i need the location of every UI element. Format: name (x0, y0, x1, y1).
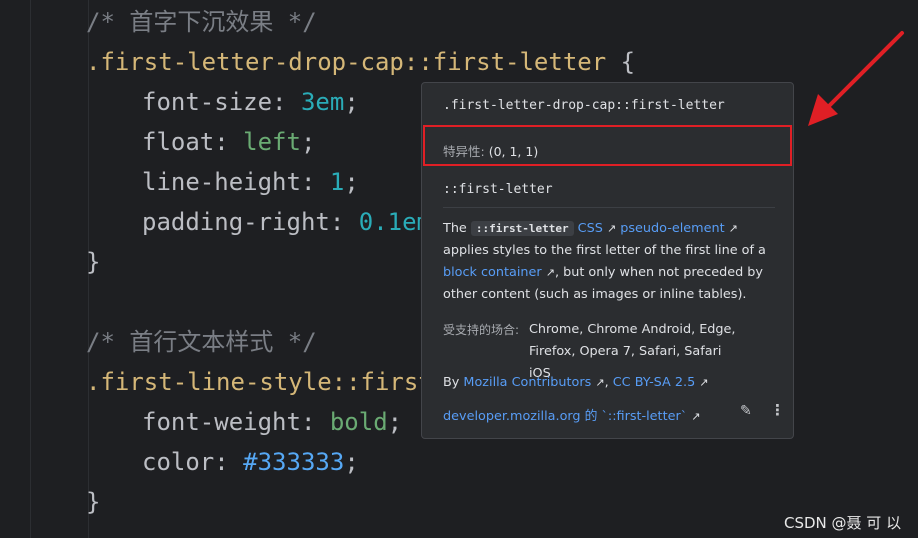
css-value: 1 (329, 168, 345, 196)
external-link-icon: ↗ (691, 410, 701, 423)
external-link-icon: ↗ (606, 222, 617, 235)
semicolon: ; (344, 168, 359, 196)
source-row: developer.mozilla.org 的 `::first-letter`… (443, 405, 700, 424)
desc-text: applies styles to the first letter of th… (443, 243, 766, 258)
code-declaration: padding-right: 0.1em (142, 202, 431, 242)
semicolon: ; (344, 448, 359, 476)
css-property: color (142, 448, 215, 476)
code-selector-line: .first-line-style::first (86, 362, 433, 402)
by-prefix: By (443, 375, 464, 390)
popup-selector-title: .first-letter-drop-cap::first-letter (443, 98, 725, 113)
colon: : (300, 408, 330, 436)
code-declaration: float: left; (142, 122, 315, 162)
code-selector-line: .first-letter-drop-cap::first-letter { (86, 42, 635, 82)
external-link-icon: ↗ (545, 266, 555, 279)
colon: : (214, 128, 244, 156)
external-link-icon: ↗ (728, 222, 738, 235)
watermark: CSDN @聂 可 以 (784, 514, 902, 532)
css-value: 3em (300, 88, 345, 116)
code-comment: /* 首字下沉效果 */ (86, 8, 317, 36)
colon: : (300, 168, 330, 196)
source-link[interactable]: developer.mozilla.org 的 `::first-letter` (443, 409, 687, 424)
colon: : (329, 208, 359, 236)
semicolon: ; (300, 128, 316, 156)
code-comment: /* 首行文本样式 */ (86, 328, 317, 356)
more-options-icon[interactable]: ⋮ (770, 401, 785, 419)
code-declaration: font-size: 3em; (142, 82, 359, 122)
css-value: #333333 (243, 448, 345, 476)
open-brace: { (606, 48, 636, 76)
css-value: bold (329, 408, 388, 436)
css-property: font-size (142, 88, 273, 116)
css-selector: .first-letter-drop-cap::first-letter (86, 48, 607, 76)
external-link-icon: ↗ (699, 376, 709, 389)
css-property: font-weight (142, 408, 301, 436)
close-brace: } (86, 248, 101, 276)
css-property: float (142, 128, 215, 156)
desc-text: The (443, 221, 471, 236)
support-label: 受支持的场合: (443, 323, 520, 337)
css-selector: .first-line-style::first (86, 368, 433, 396)
colon: : (272, 88, 301, 116)
css-value: left (243, 128, 301, 156)
pseudo-element-name: ::first-letter (443, 182, 553, 197)
semicolon: ; (344, 88, 359, 116)
code-declaration: font-weight: bold; (142, 402, 402, 442)
attribution: By Mozilla Contributors ↗, CC BY-SA 2.5 … (443, 375, 709, 390)
css-property: line-height (142, 168, 301, 196)
edit-icon[interactable]: ✎ (740, 403, 752, 419)
indent-guide (30, 0, 31, 538)
close-brace: } (86, 488, 101, 516)
license-link[interactable]: CC BY-SA 2.5 (613, 375, 695, 390)
divider (443, 207, 775, 208)
css-link[interactable]: CSS (578, 221, 603, 236)
external-link-icon: ↗ (595, 376, 605, 389)
css-property: padding-right (142, 208, 330, 236)
annotation-highlight-box (423, 125, 792, 166)
annotation-arrow-icon (808, 31, 904, 126)
semicolon: ; (387, 408, 403, 436)
colon: : (214, 448, 244, 476)
code-declaration: line-height: 1; (142, 162, 359, 202)
description: The ::first-letter CSS ↗ pseudo-element … (443, 218, 775, 306)
block-container-link[interactable]: block container (443, 265, 542, 280)
pseudo-element-link[interactable]: pseudo-element (620, 221, 724, 236)
code-chip: ::first-letter (470, 221, 574, 236)
code-declaration: color: #333333; (142, 442, 359, 482)
author-link[interactable]: Mozilla Contributors (463, 375, 591, 390)
